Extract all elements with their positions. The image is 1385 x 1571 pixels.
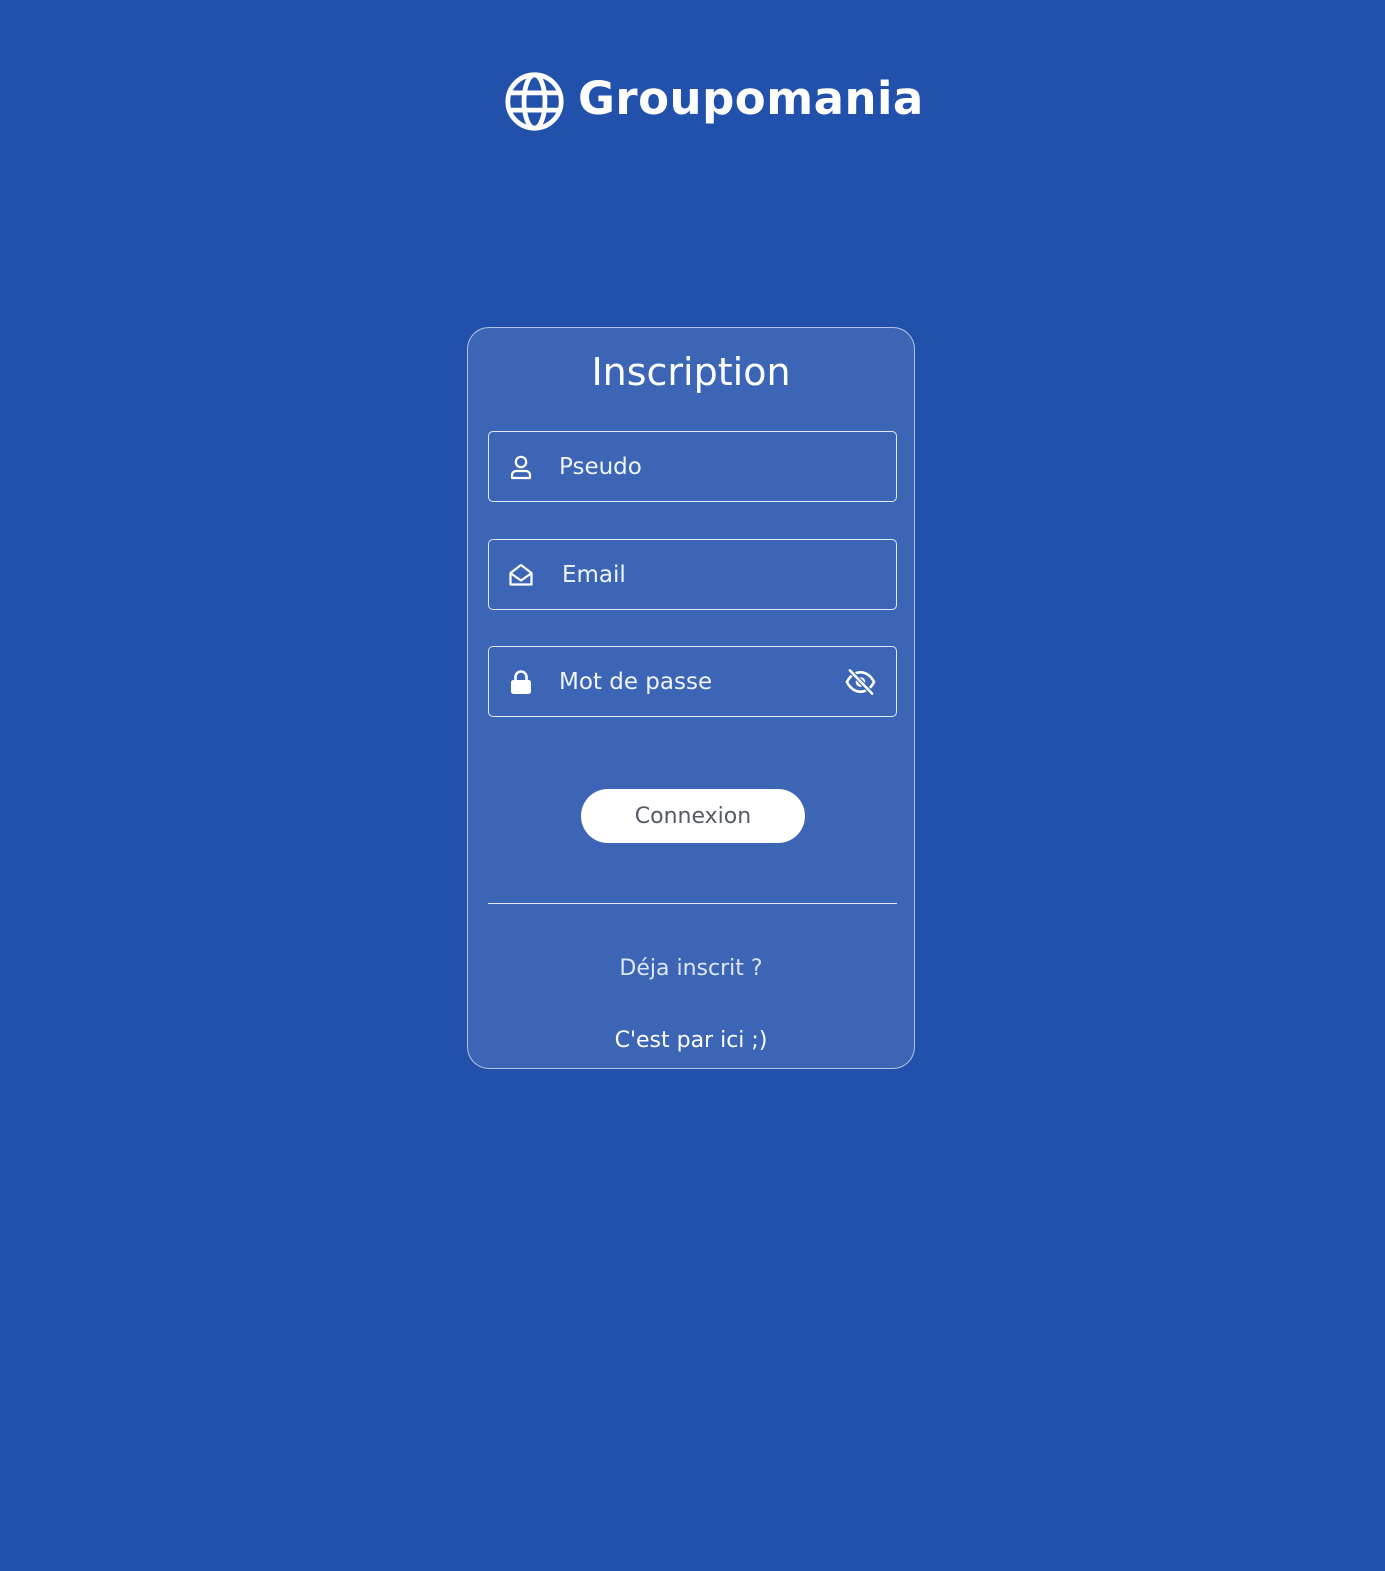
password-input[interactable] [559, 647, 829, 716]
email-input[interactable] [562, 540, 832, 609]
already-registered-text: Déja inscrit ? [619, 956, 763, 981]
envelope-open-icon [509, 563, 533, 586]
signup-card: Inscription Connexion Déja inscrit ? C'e… [467, 327, 915, 1069]
form-title: Inscription [591, 350, 791, 394]
pseudo-field [488, 431, 897, 502]
connexion-button[interactable]: Connexion [581, 789, 805, 843]
login-link[interactable]: C'est par ici ;) [468, 1026, 914, 1056]
user-icon [510, 455, 532, 480]
divider [488, 903, 897, 904]
password-field [488, 646, 897, 717]
brand-name: Groupomania [578, 71, 924, 125]
eye-slash-icon[interactable] [845, 668, 876, 696]
lock-icon [511, 670, 531, 694]
pseudo-input[interactable] [559, 432, 829, 501]
email-field [488, 539, 897, 610]
globe-icon [505, 71, 564, 131]
brand-logo: Groupomania [504, 70, 924, 132]
